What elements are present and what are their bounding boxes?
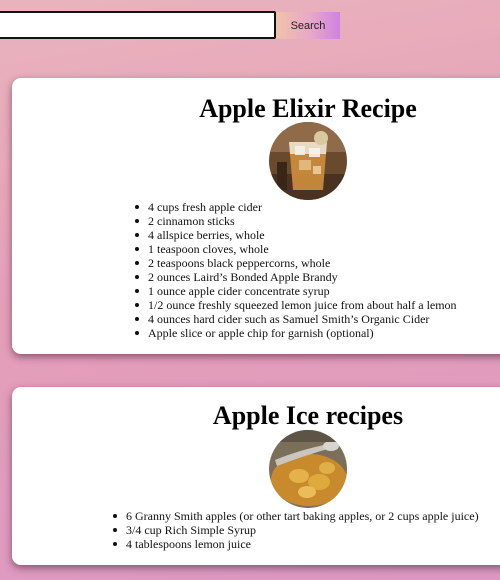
list-item: 4 allspice berries, whole xyxy=(135,228,457,242)
list-item: Apple slice or apple chip for garnish (o… xyxy=(135,326,457,340)
list-item: 4 ounces hard cider such as Samuel Smith… xyxy=(135,312,457,326)
list-item: 2 cinnamon sticks xyxy=(135,214,457,228)
search-button[interactable]: Search xyxy=(276,12,340,39)
list-item: 2 teaspoons black peppercorns, whole xyxy=(135,256,457,270)
list-item: 4 tablespoons lemon juice xyxy=(113,537,479,551)
search-input[interactable] xyxy=(0,11,276,39)
iced-cocktail-photo xyxy=(269,122,347,200)
list-item: 1 teaspoon cloves, whole xyxy=(135,242,457,256)
list-item: 1 ounce apple cider concentrate syrup xyxy=(135,284,457,298)
recipe-title: Apple Elixir Recipe xyxy=(199,94,417,123)
list-item: 1/2 ounce freshly squeezed lemon juice f… xyxy=(135,298,457,312)
list-item: 3/4 cup Rich Simple Syrup xyxy=(113,523,479,537)
apple-ice-dessert-photo xyxy=(269,430,347,508)
recipe-title: Apple Ice recipes xyxy=(212,401,404,430)
recipe-card-apple-ice: Apple Ice recipes 6 Granny Smith apples … xyxy=(12,387,500,565)
list-item: 6 Granny Smith apples (or other tart bak… xyxy=(113,509,479,523)
ingredient-list: 6 Granny Smith apples (or other tart bak… xyxy=(113,509,479,551)
list-item: 4 cups fresh apple cider xyxy=(135,200,457,214)
ingredient-list: 4 cups fresh apple cider 2 cinnamon stic… xyxy=(135,200,457,340)
recipe-card-apple-elixir: Apple Elixir Recipe 4 cups fresh apple c… xyxy=(12,78,500,354)
list-item: 2 ounces Laird’s Bonded Apple Brandy xyxy=(135,270,457,284)
